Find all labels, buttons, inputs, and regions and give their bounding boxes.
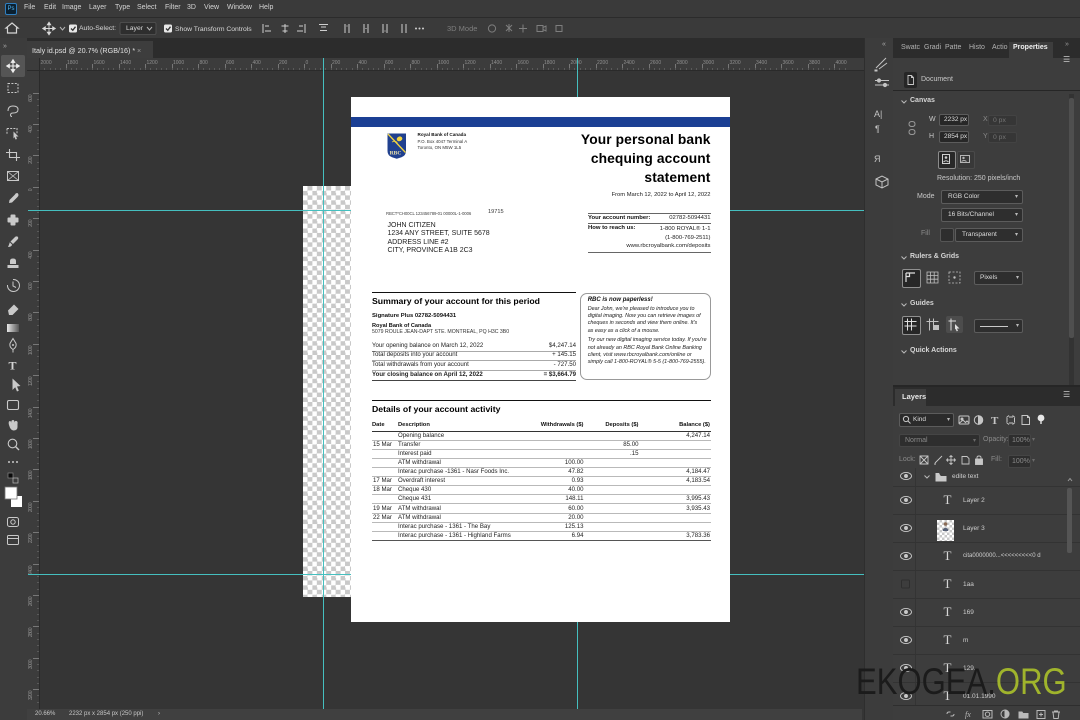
svg-text:T: T <box>9 359 17 373</box>
svg-text:3D Mode: 3D Mode <box>447 24 477 33</box>
svg-text:RBC: RBC <box>390 151 402 157</box>
svg-text:fx: fx <box>965 710 971 719</box>
svg-text:»: » <box>3 43 7 50</box>
svg-text:Я: Я <box>874 154 881 164</box>
svg-text:T: T <box>991 415 999 427</box>
svg-text:A|: A| <box>874 109 882 119</box>
svg-text:¶: ¶ <box>875 124 880 134</box>
